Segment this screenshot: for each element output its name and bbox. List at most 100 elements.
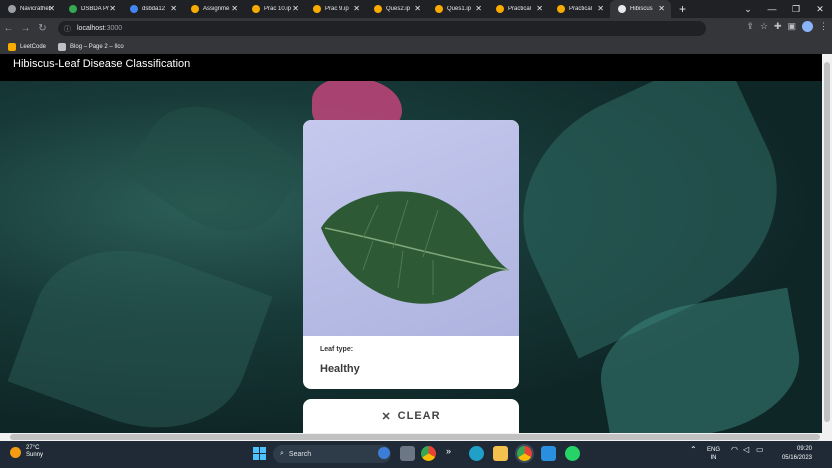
windows-start-icon[interactable] (253, 447, 266, 460)
back-icon[interactable]: ← (0, 23, 17, 34)
avatar[interactable] (802, 21, 813, 32)
reload-icon[interactable]: ↻ (34, 23, 51, 34)
chrome-active-icon[interactable] (517, 446, 532, 461)
tab-close-icon[interactable]: ✕ (231, 4, 238, 13)
restore-icon[interactable]: ❐ (784, 0, 808, 18)
close-icon[interactable]: ✕ (808, 0, 832, 18)
vertical-scrollbar[interactable] (822, 54, 832, 433)
result-label: Leaf type: (320, 346, 354, 353)
tab-label: Practical (508, 6, 532, 12)
new-tab-icon[interactable]: + (679, 2, 686, 16)
browser-tab[interactable]: Ques1.ip ✕ (427, 0, 488, 18)
tab-label: Assignme (203, 6, 230, 12)
tab-close-icon[interactable]: ✕ (597, 4, 604, 13)
window-controls: ⌄ — ❐ ✕ (736, 0, 832, 18)
tab-label: Practical (569, 6, 593, 12)
weather-widget[interactable]: 27°C Sunny (10, 445, 43, 459)
leaf-image (321, 191, 510, 304)
wifi-icon[interactable]: ◠ (731, 446, 738, 454)
close-icon: ✕ (381, 410, 392, 423)
browser-tab[interactable]: Practical ✕ (549, 0, 610, 18)
tab-favicon-icon (252, 5, 260, 13)
tab-favicon-icon (8, 5, 16, 13)
taskbar: 27°C Sunny ⌕ Search » ⌃ ENG IN ◠ ◁ ▭ 09:… (0, 441, 832, 468)
tab-label: Hibiscus (630, 6, 653, 12)
bookmark-leetcode[interactable]: LeetCode (8, 42, 47, 51)
result-value: Healthy (320, 363, 360, 375)
chrome-icon[interactable] (421, 446, 436, 461)
background-leaf (7, 221, 273, 433)
weather-condition: Sunny (26, 452, 44, 458)
edge-icon[interactable] (469, 446, 484, 461)
star-icon[interactable]: ☆ (760, 21, 768, 32)
toolbar-actions: ⇪ ☆ ✚ ▣ ⋮ (746, 21, 828, 32)
tab-strip: Navicrather ✕ DSBDA Pr ✕ dsbda12 ✕ Assignme ✕ Pr… (0, 0, 832, 18)
background-leaf (122, 80, 308, 258)
region: IN (710, 455, 717, 461)
search-icon: ⌕ (280, 450, 284, 457)
tab-close-icon[interactable]: ✕ (658, 4, 665, 13)
tab-close-icon[interactable]: ✕ (109, 4, 116, 13)
search-label: Search (288, 450, 312, 458)
tab-label: Ques2.ip (386, 6, 411, 12)
browser-tab[interactable]: Navicrather ✕ (0, 0, 61, 18)
bing-icon[interactable] (378, 447, 390, 459)
address-bar[interactable]: ⓘ localhost:3000 (58, 21, 706, 36)
tab-favicon-icon (313, 5, 321, 13)
browser-tab[interactable]: Ques2.ip ✕ (366, 0, 427, 18)
browser-tab[interactable]: DSBDA Pr ✕ (61, 0, 122, 18)
language: ENG (707, 447, 721, 453)
result-card: Leaf type: Healthy (303, 120, 519, 389)
tab-close-icon[interactable]: ✕ (292, 4, 299, 13)
menu-icon[interactable]: ⋮ (819, 21, 828, 32)
sidepanel-icon[interactable]: ▣ (787, 21, 796, 32)
language-indicator[interactable]: ENG IN (707, 446, 720, 462)
tab-close-icon[interactable]: ✕ (414, 4, 421, 13)
tab-close-icon[interactable]: ✕ (48, 4, 55, 13)
tab-favicon-icon (496, 5, 504, 13)
bookmark-blog[interactable]: Blog – Page 2 – Ilco (58, 42, 124, 51)
chevron-icon[interactable]: » (446, 446, 461, 461)
minimize-icon[interactable]: — (760, 0, 784, 18)
sun-icon (10, 446, 21, 458)
browser-tab[interactable]: Assignme ✕ (183, 0, 244, 18)
share-icon[interactable]: ⇪ (746, 21, 754, 32)
browser-tab[interactable]: Prac 9.ip ✕ (305, 0, 366, 18)
tab-label: Ques1.ip (447, 6, 472, 12)
clock[interactable]: 09:20 05/16/2023 (782, 445, 812, 463)
browser-tab[interactable]: Hibiscus ✕ (610, 0, 671, 18)
tab-favicon-icon (618, 5, 626, 13)
tray-chevron-icon[interactable]: ⌃ (690, 446, 697, 454)
tab-favicon-icon (374, 5, 382, 13)
vscode-icon[interactable] (541, 446, 556, 461)
bookmark-label: LeetCode (20, 43, 47, 50)
forward-icon[interactable]: → (17, 23, 34, 34)
tab-favicon-icon (435, 5, 443, 13)
taskbar-search[interactable]: ⌕ Search (273, 445, 391, 463)
info-icon[interactable]: ⓘ (64, 24, 71, 34)
whatsapp-icon[interactable] (565, 446, 580, 461)
bookmarks-bar: LeetCode Blog – Page 2 – Ilco (0, 39, 832, 54)
chevron-down-icon[interactable]: ⌄ (736, 0, 760, 18)
browser-tab[interactable]: Prac 10.ip ✕ (244, 0, 305, 18)
folder-icon[interactable] (493, 446, 508, 461)
volume-icon[interactable]: ◁ (743, 446, 749, 454)
battery-icon[interactable]: ▭ (756, 446, 764, 454)
tab-close-icon[interactable]: ✕ (475, 4, 482, 13)
horizontal-scrollbar[interactable] (0, 433, 832, 441)
task-view-icon[interactable] (400, 446, 415, 461)
tab-close-icon[interactable]: ✕ (536, 4, 543, 13)
scroll-thumb[interactable] (824, 62, 830, 422)
extensions-icon[interactable]: ✚ (774, 21, 782, 32)
tab-label: Navicrather (20, 6, 51, 12)
page-title: Hibiscus-Leaf Disease Classification (13, 58, 191, 70)
browser-tab[interactable]: Practical ✕ (488, 0, 549, 18)
tab-close-icon[interactable]: ✕ (353, 4, 360, 13)
bookmark-label: Blog – Page 2 – Ilco (70, 43, 124, 50)
scroll-thumb[interactable] (10, 434, 820, 440)
browser-tab[interactable]: dsbda12 ✕ (122, 0, 183, 18)
weather-text: 27°C Sunny (26, 445, 43, 459)
clear-button[interactable]: ✕ CLEAR (303, 399, 519, 433)
tab-label: dsbda12 (142, 6, 166, 12)
tab-close-icon[interactable]: ✕ (170, 4, 177, 13)
